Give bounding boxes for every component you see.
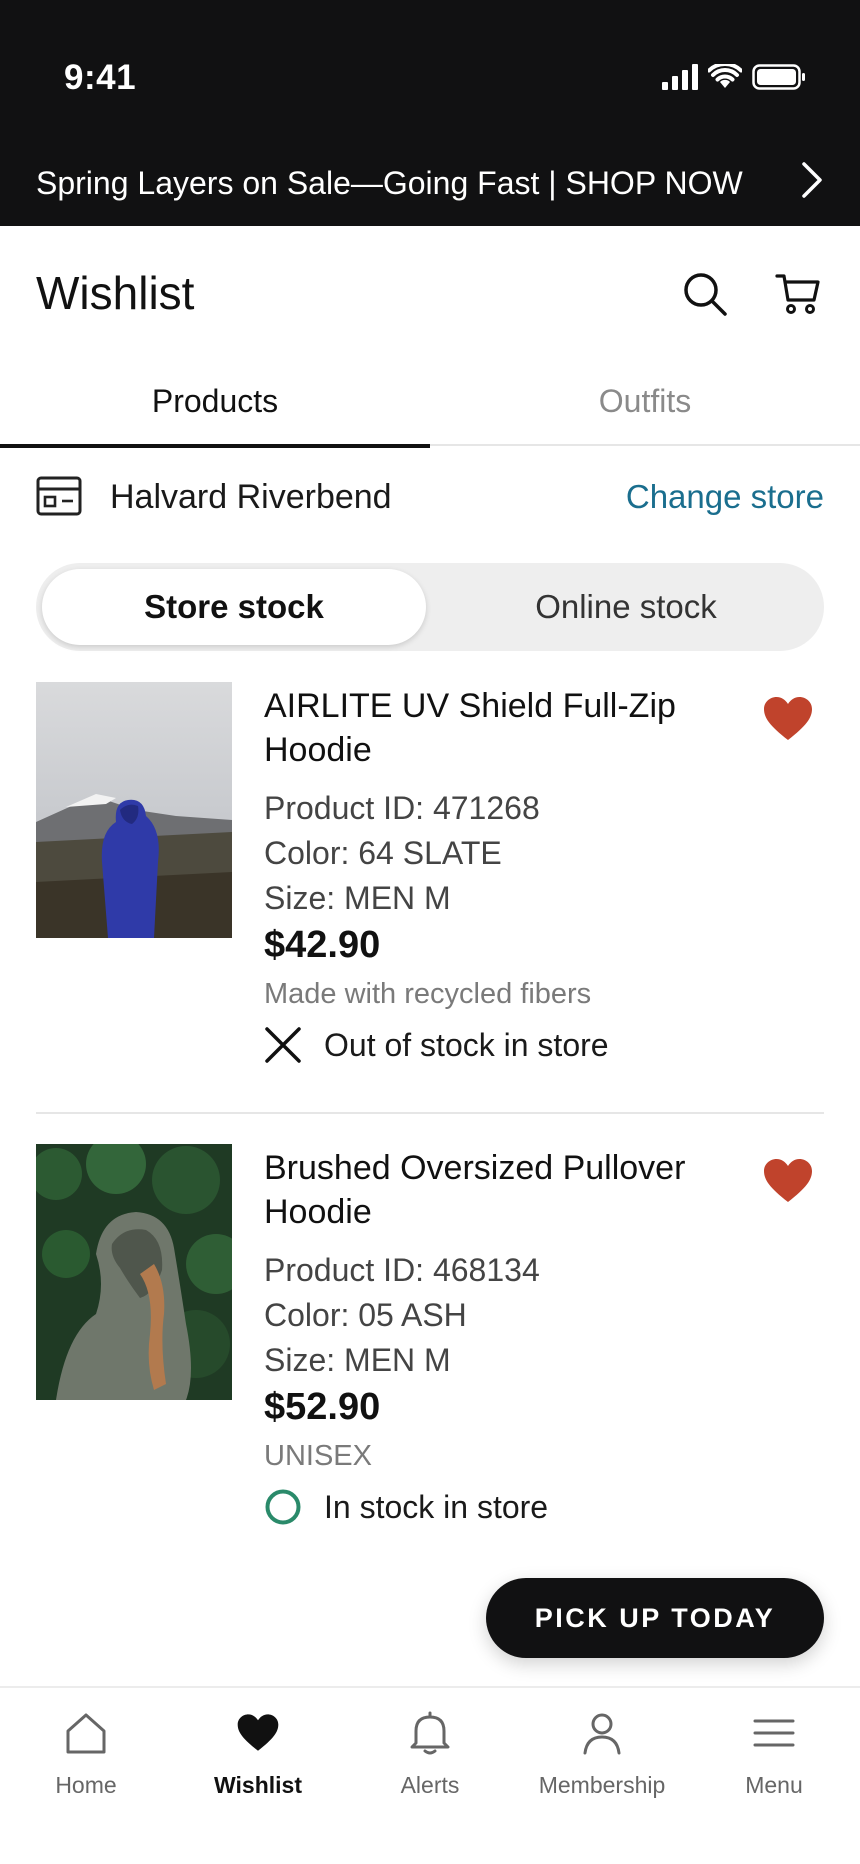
- store-icon: [36, 476, 82, 516]
- store-name: Halvard Riverbend: [110, 478, 392, 516]
- product-name[interactable]: AIRLITE UV Shield Full-Zip Hoodie: [264, 684, 734, 772]
- top-banner-area: 9:41 Spring Layers on Sale—Going Fast |: [0, 0, 860, 226]
- search-button[interactable]: [677, 266, 733, 322]
- store-stock-option[interactable]: Store stock: [42, 569, 426, 645]
- product-note: UNISEX: [264, 1440, 372, 1472]
- circle-icon: [265, 1489, 301, 1525]
- tab-products-label: Products: [151, 382, 279, 419]
- tab-bar: Products Outfits: [0, 356, 860, 448]
- stock-status: In stock in store: [264, 1488, 548, 1526]
- nav-alerts-label: Alerts: [400, 1772, 460, 1798]
- page-title: Wishlist: [36, 267, 195, 319]
- nav-home[interactable]: Home: [0, 1708, 172, 1799]
- wishlist-item[interactable]: AIRLITE UV Shield Full-Zip Hoodie Produc…: [36, 682, 824, 1082]
- nav-wishlist-label: Wishlist: [214, 1772, 302, 1798]
- stock-toggle: Store stock Online stock: [36, 563, 824, 651]
- wishlist-item[interactable]: Brushed Oversized Pullover Hoodie Produc…: [36, 1144, 824, 1544]
- battery-icon: [752, 64, 805, 90]
- status-bar: 9:41: [0, 0, 860, 130]
- product-image[interactable]: [36, 1144, 232, 1400]
- product-price: $52.90: [264, 1386, 381, 1428]
- nav-membership[interactable]: Membership: [516, 1708, 688, 1799]
- bottom-nav: Home Wishlist Alerts Membership Menu: [0, 1686, 860, 1864]
- stock-status-text: In stock in store: [324, 1488, 549, 1525]
- heart-icon[interactable]: [762, 696, 814, 742]
- stock-status: Out of stock in store: [264, 1026, 609, 1064]
- tab-products[interactable]: Products: [0, 356, 430, 448]
- product-note: Made with recycled fibers: [264, 978, 592, 1010]
- x-icon: [265, 1027, 301, 1063]
- heart-icon: [236, 1708, 280, 1758]
- tab-outfits-label: Outfits: [598, 382, 692, 419]
- heart-icon[interactable]: [762, 1158, 814, 1204]
- person-icon: [582, 1708, 622, 1758]
- hamburger-icon: [753, 1708, 795, 1758]
- chevron-right-icon[interactable]: [800, 160, 824, 200]
- nav-home-label: Home: [55, 1772, 117, 1798]
- status-icons: [662, 64, 806, 90]
- nav-menu[interactable]: Menu: [688, 1708, 860, 1799]
- product-name[interactable]: Brushed Oversized Pullover Hoodie: [264, 1146, 734, 1234]
- product-id: Product ID: 471268: [264, 790, 540, 826]
- tab-active-indicator: [0, 444, 430, 448]
- online-stock-option[interactable]: Online stock: [434, 569, 818, 645]
- product-price: $42.90: [264, 924, 381, 966]
- wifi-icon: [708, 64, 742, 88]
- stock-status-text: Out of stock in store: [324, 1026, 609, 1063]
- tab-outfits[interactable]: Outfits: [430, 356, 860, 446]
- nav-membership-label: Membership: [538, 1772, 666, 1798]
- header: Wishlist: [0, 226, 860, 356]
- search-icon: [684, 273, 727, 316]
- product-id: Product ID: 468134: [264, 1252, 540, 1288]
- promo-banner[interactable]: Spring Layers on Sale—Going Fast | SHOP …: [0, 140, 860, 226]
- promo-text: Spring Layers on Sale—Going Fast | SHOP …: [36, 164, 743, 201]
- item-divider: [36, 1112, 824, 1114]
- change-store-link[interactable]: Change store: [626, 478, 824, 516]
- nav-alerts[interactable]: Alerts: [344, 1708, 516, 1799]
- product-size: Size: MEN M: [264, 880, 451, 916]
- store-selector-row: Halvard Riverbend Change store: [0, 458, 860, 538]
- home-icon: [64, 1708, 108, 1758]
- cart-icon: [775, 274, 820, 314]
- product-color: Color: 05 ASH: [264, 1297, 467, 1333]
- product-color: Color: 64 SLATE: [264, 835, 502, 871]
- status-time: 9:41: [64, 58, 137, 97]
- bell-icon: [410, 1708, 450, 1758]
- signal-icon: [662, 64, 698, 90]
- product-size: Size: MEN M: [264, 1342, 451, 1378]
- pick-up-today-button[interactable]: PICK UP TODAY: [486, 1578, 824, 1658]
- product-photo: [36, 682, 232, 938]
- product-image[interactable]: [36, 682, 232, 938]
- product-photo: [36, 1144, 232, 1400]
- nav-menu-label: Menu: [745, 1772, 803, 1798]
- nav-wishlist[interactable]: Wishlist: [172, 1708, 344, 1799]
- cart-button[interactable]: [770, 266, 826, 322]
